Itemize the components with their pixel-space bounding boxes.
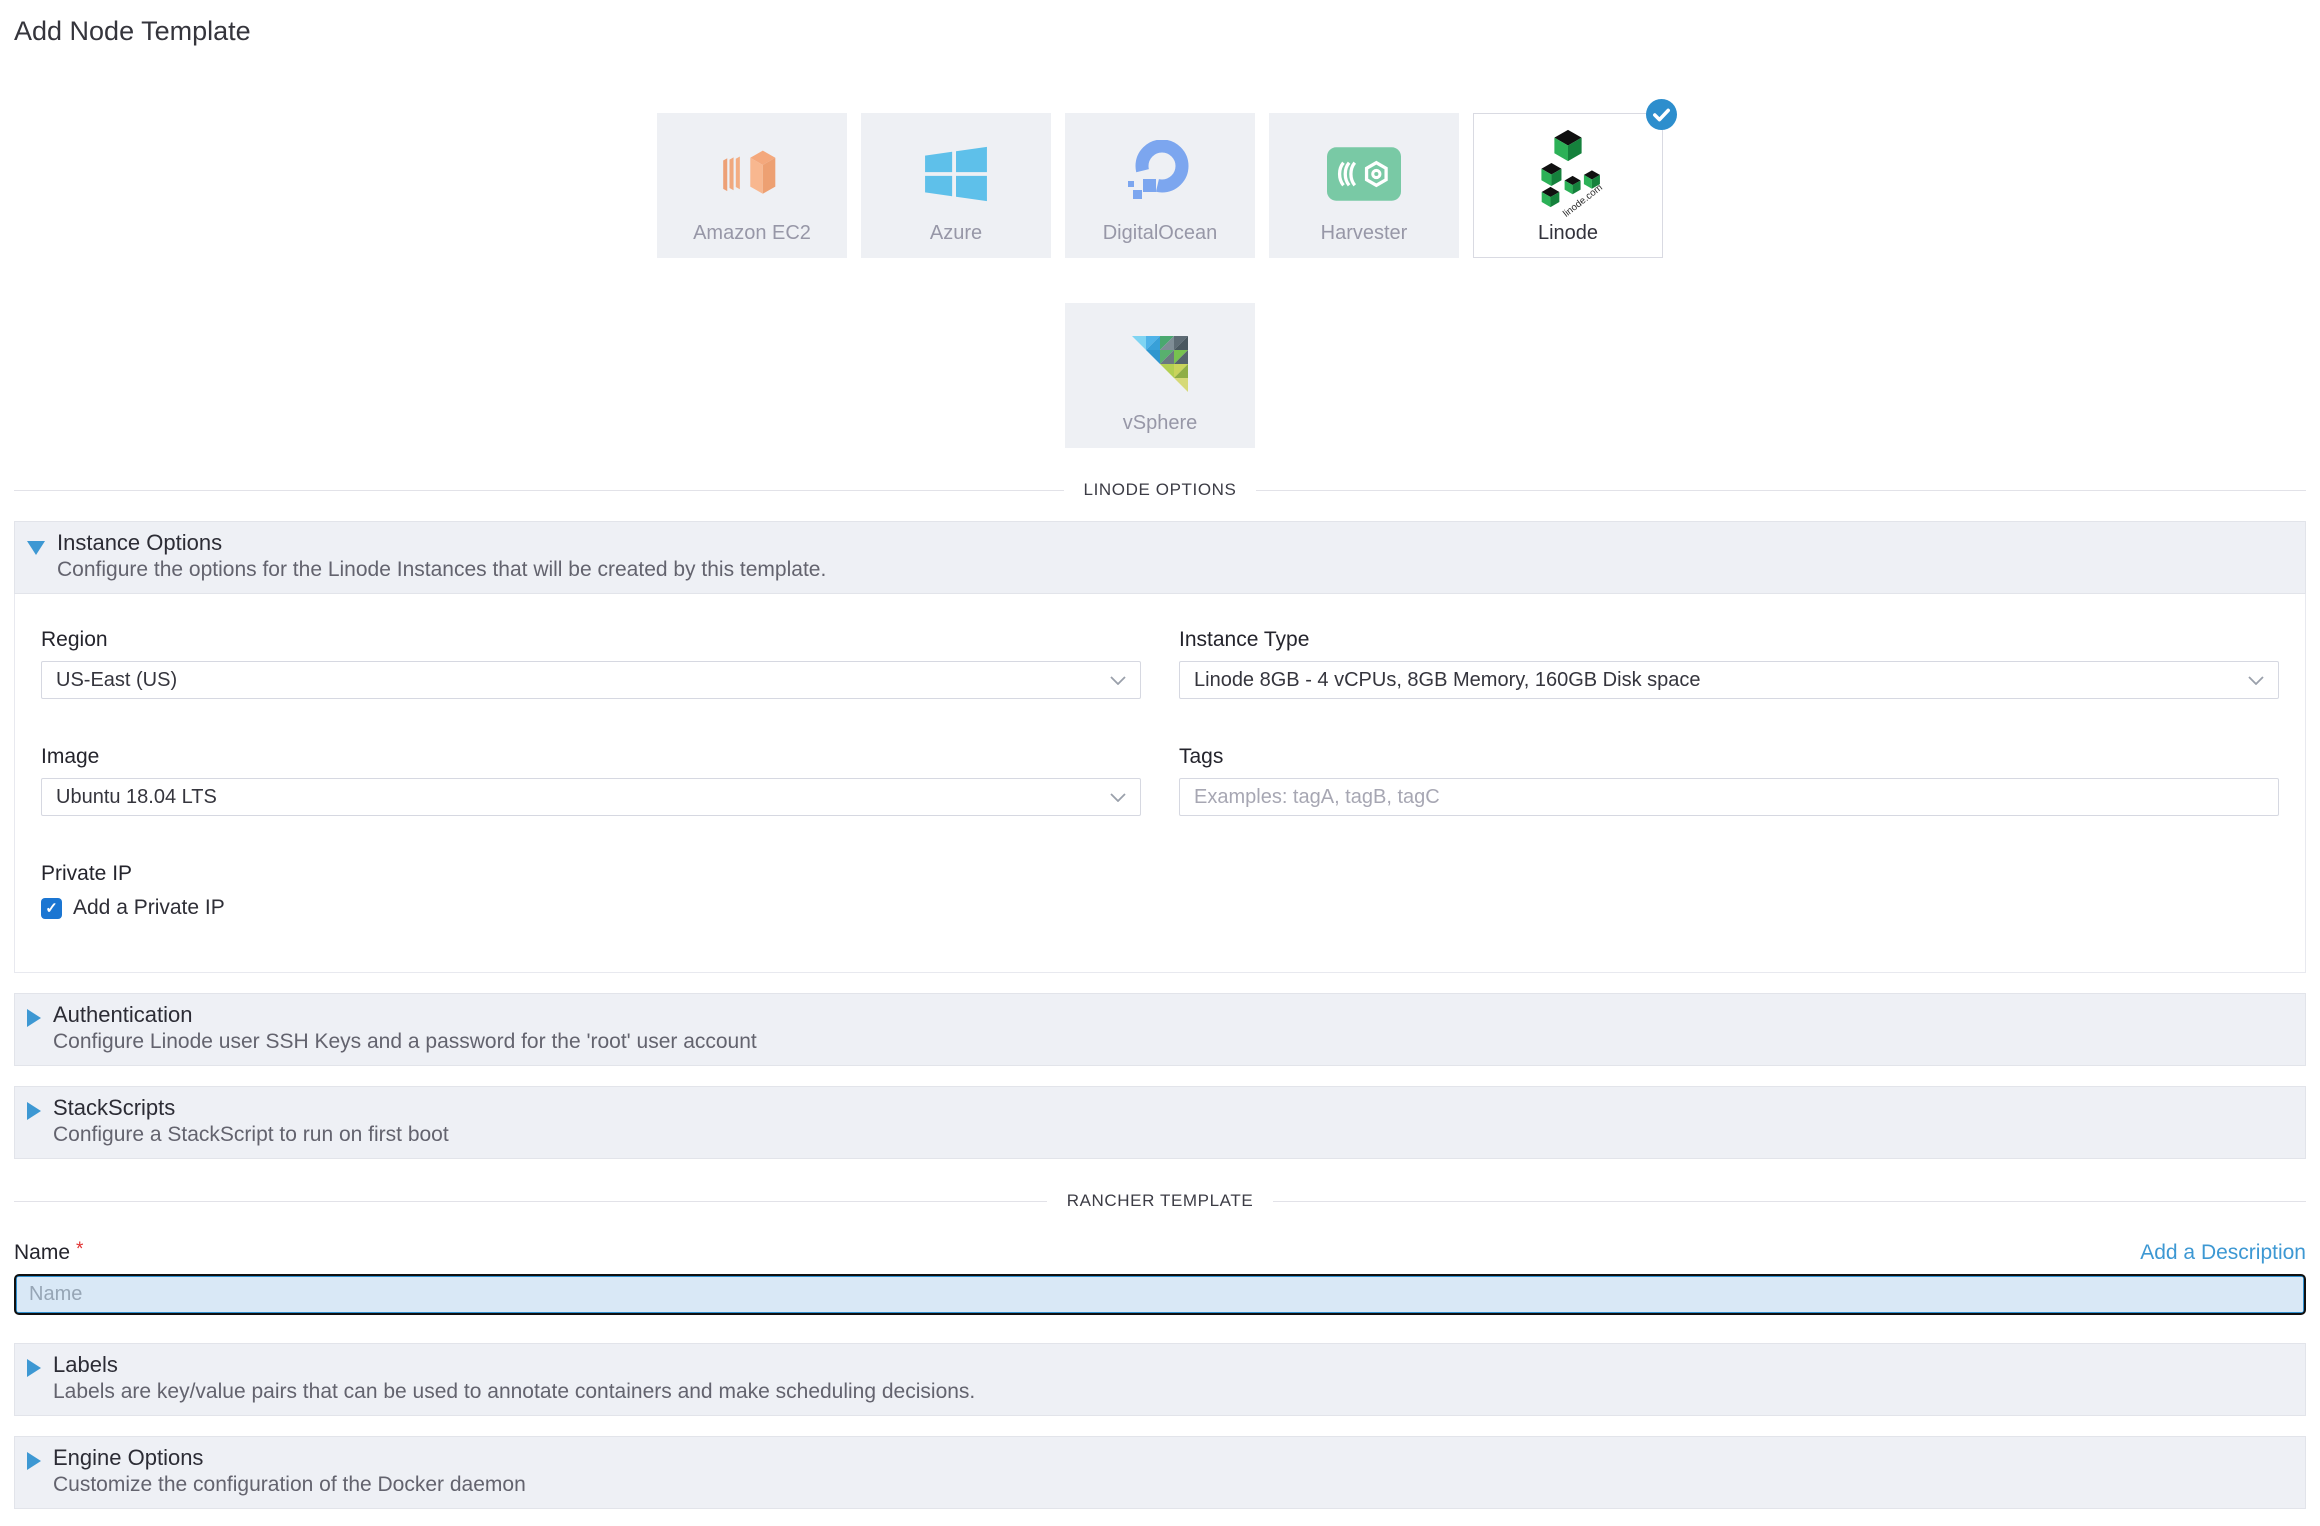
chevron-down-icon: [2248, 676, 2264, 685]
required-asterisk: *: [76, 1239, 83, 1260]
section-engine-options-header[interactable]: Engine Options Customize the configurati…: [14, 1436, 2306, 1509]
expand-arrow-icon[interactable]: [27, 1452, 41, 1470]
section-authentication: Authentication Configure Linode user SSH…: [14, 993, 2306, 1066]
section-title: Labels: [53, 1351, 975, 1379]
add-node-template-page: Add Node Template Amazon EC2: [0, 0, 2320, 1526]
section-title: Engine Options: [53, 1444, 526, 1472]
section-description: Labels are key/value pairs that can be u…: [53, 1379, 975, 1405]
section-labels: Labels Labels are key/value pairs that c…: [14, 1343, 2306, 1416]
linode-options-divider: LINODE OPTIONS: [14, 480, 2306, 500]
section-title: Instance Options: [57, 529, 826, 557]
checkbox-checked-icon[interactable]: ✓: [41, 898, 62, 919]
tags-label: Tags: [1179, 745, 2279, 769]
region-select[interactable]: US-East (US): [41, 661, 1141, 699]
private-ip-field: Private IP ✓ Add a Private IP: [41, 862, 2279, 920]
section-instance-options-header[interactable]: Instance Options Configure the options f…: [14, 521, 2306, 594]
provider-label: Linode: [1538, 222, 1598, 245]
name-input[interactable]: [14, 1274, 2306, 1315]
selected-check-icon: [1646, 99, 1677, 130]
section-stackscripts-header[interactable]: StackScripts Configure a StackScript to …: [14, 1086, 2306, 1159]
private-ip-checkbox-row[interactable]: ✓ Add a Private IP: [41, 896, 2279, 920]
image-selected-value: Ubuntu 18.04 LTS: [56, 786, 217, 809]
digitalocean-icon: [1127, 132, 1193, 216]
section-description: Configure Linode user SSH Keys and a pas…: [53, 1029, 757, 1055]
expand-arrow-icon[interactable]: [27, 1102, 41, 1120]
provider-cards-row-1: Amazon EC2 Azure: [14, 113, 2306, 258]
collapse-arrow-icon[interactable]: [27, 541, 45, 555]
tags-input[interactable]: [1179, 778, 2279, 816]
provider-card-linode[interactable]: linode.com Linode: [1473, 113, 1663, 258]
vsphere-icon: [1128, 322, 1192, 406]
image-field: Image Ubuntu 18.04 LTS: [41, 745, 1141, 816]
provider-card-azure[interactable]: Azure: [861, 113, 1051, 258]
linode-icon: linode.com: [1522, 132, 1614, 216]
add-description-link[interactable]: Add a Description: [2140, 1241, 2306, 1265]
instance-type-label: Instance Type: [1179, 628, 2279, 652]
section-labels-header[interactable]: Labels Labels are key/value pairs that c…: [14, 1343, 2306, 1416]
provider-card-digitalocean[interactable]: DigitalOcean: [1065, 113, 1255, 258]
region-label: Region: [41, 628, 1141, 652]
image-select[interactable]: Ubuntu 18.04 LTS: [41, 778, 1141, 816]
region-field: Region US-East (US): [41, 628, 1141, 699]
harvester-icon: [1327, 132, 1401, 216]
section-description: Configure the options for the Linode Ins…: [57, 557, 826, 583]
instance-type-selected-value: Linode 8GB - 4 vCPUs, 8GB Memory, 160GB …: [1194, 669, 1701, 692]
section-description: Configure a StackScript to run on first …: [53, 1122, 449, 1148]
section-stackscripts: StackScripts Configure a StackScript to …: [14, 1086, 2306, 1159]
instance-type-field: Instance Type Linode 8GB - 4 vCPUs, 8GB …: [1179, 628, 2279, 699]
section-title: StackScripts: [53, 1094, 449, 1122]
provider-card-vsphere[interactable]: vSphere: [1065, 303, 1255, 448]
provider-card-harvester[interactable]: Harvester: [1269, 113, 1459, 258]
expand-arrow-icon[interactable]: [27, 1359, 41, 1377]
instance-options-body: Region US-East (US) Instance Type Linode…: [14, 594, 2306, 973]
azure-icon: [923, 132, 989, 216]
instance-type-select[interactable]: Linode 8GB - 4 vCPUs, 8GB Memory, 160GB …: [1179, 661, 2279, 699]
name-field: Name* Add a Description: [14, 1239, 2306, 1315]
image-label: Image: [41, 745, 1141, 769]
amazon-ec2-icon: [716, 132, 788, 216]
tags-field: Tags: [1179, 745, 2279, 816]
region-selected-value: US-East (US): [56, 669, 177, 692]
provider-label: Harvester: [1321, 222, 1408, 245]
provider-label: vSphere: [1123, 412, 1198, 435]
chevron-down-icon: [1110, 676, 1126, 685]
section-description: Customize the configuration of the Docke…: [53, 1472, 526, 1498]
section-instance-options: Instance Options Configure the options f…: [14, 521, 2306, 973]
page-title: Add Node Template: [14, 0, 2306, 47]
section-title: Authentication: [53, 1001, 757, 1029]
provider-cards-row-2: vSphere: [14, 303, 2306, 448]
section-engine-options: Engine Options Customize the configurati…: [14, 1436, 2306, 1509]
section-authentication-header[interactable]: Authentication Configure Linode user SSH…: [14, 993, 2306, 1066]
private-ip-label: Private IP: [41, 862, 2279, 886]
provider-label: DigitalOcean: [1103, 222, 1218, 245]
expand-arrow-icon[interactable]: [27, 1009, 41, 1027]
provider-label: Azure: [930, 222, 982, 245]
chevron-down-icon: [1110, 793, 1126, 802]
provider-card-amazon-ec2[interactable]: Amazon EC2: [657, 113, 847, 258]
private-ip-checkbox-label: Add a Private IP: [73, 896, 225, 920]
provider-label: Amazon EC2: [693, 222, 811, 245]
name-label: Name*: [14, 1239, 83, 1265]
rancher-template-divider: RANCHER TEMPLATE: [14, 1191, 2306, 1211]
